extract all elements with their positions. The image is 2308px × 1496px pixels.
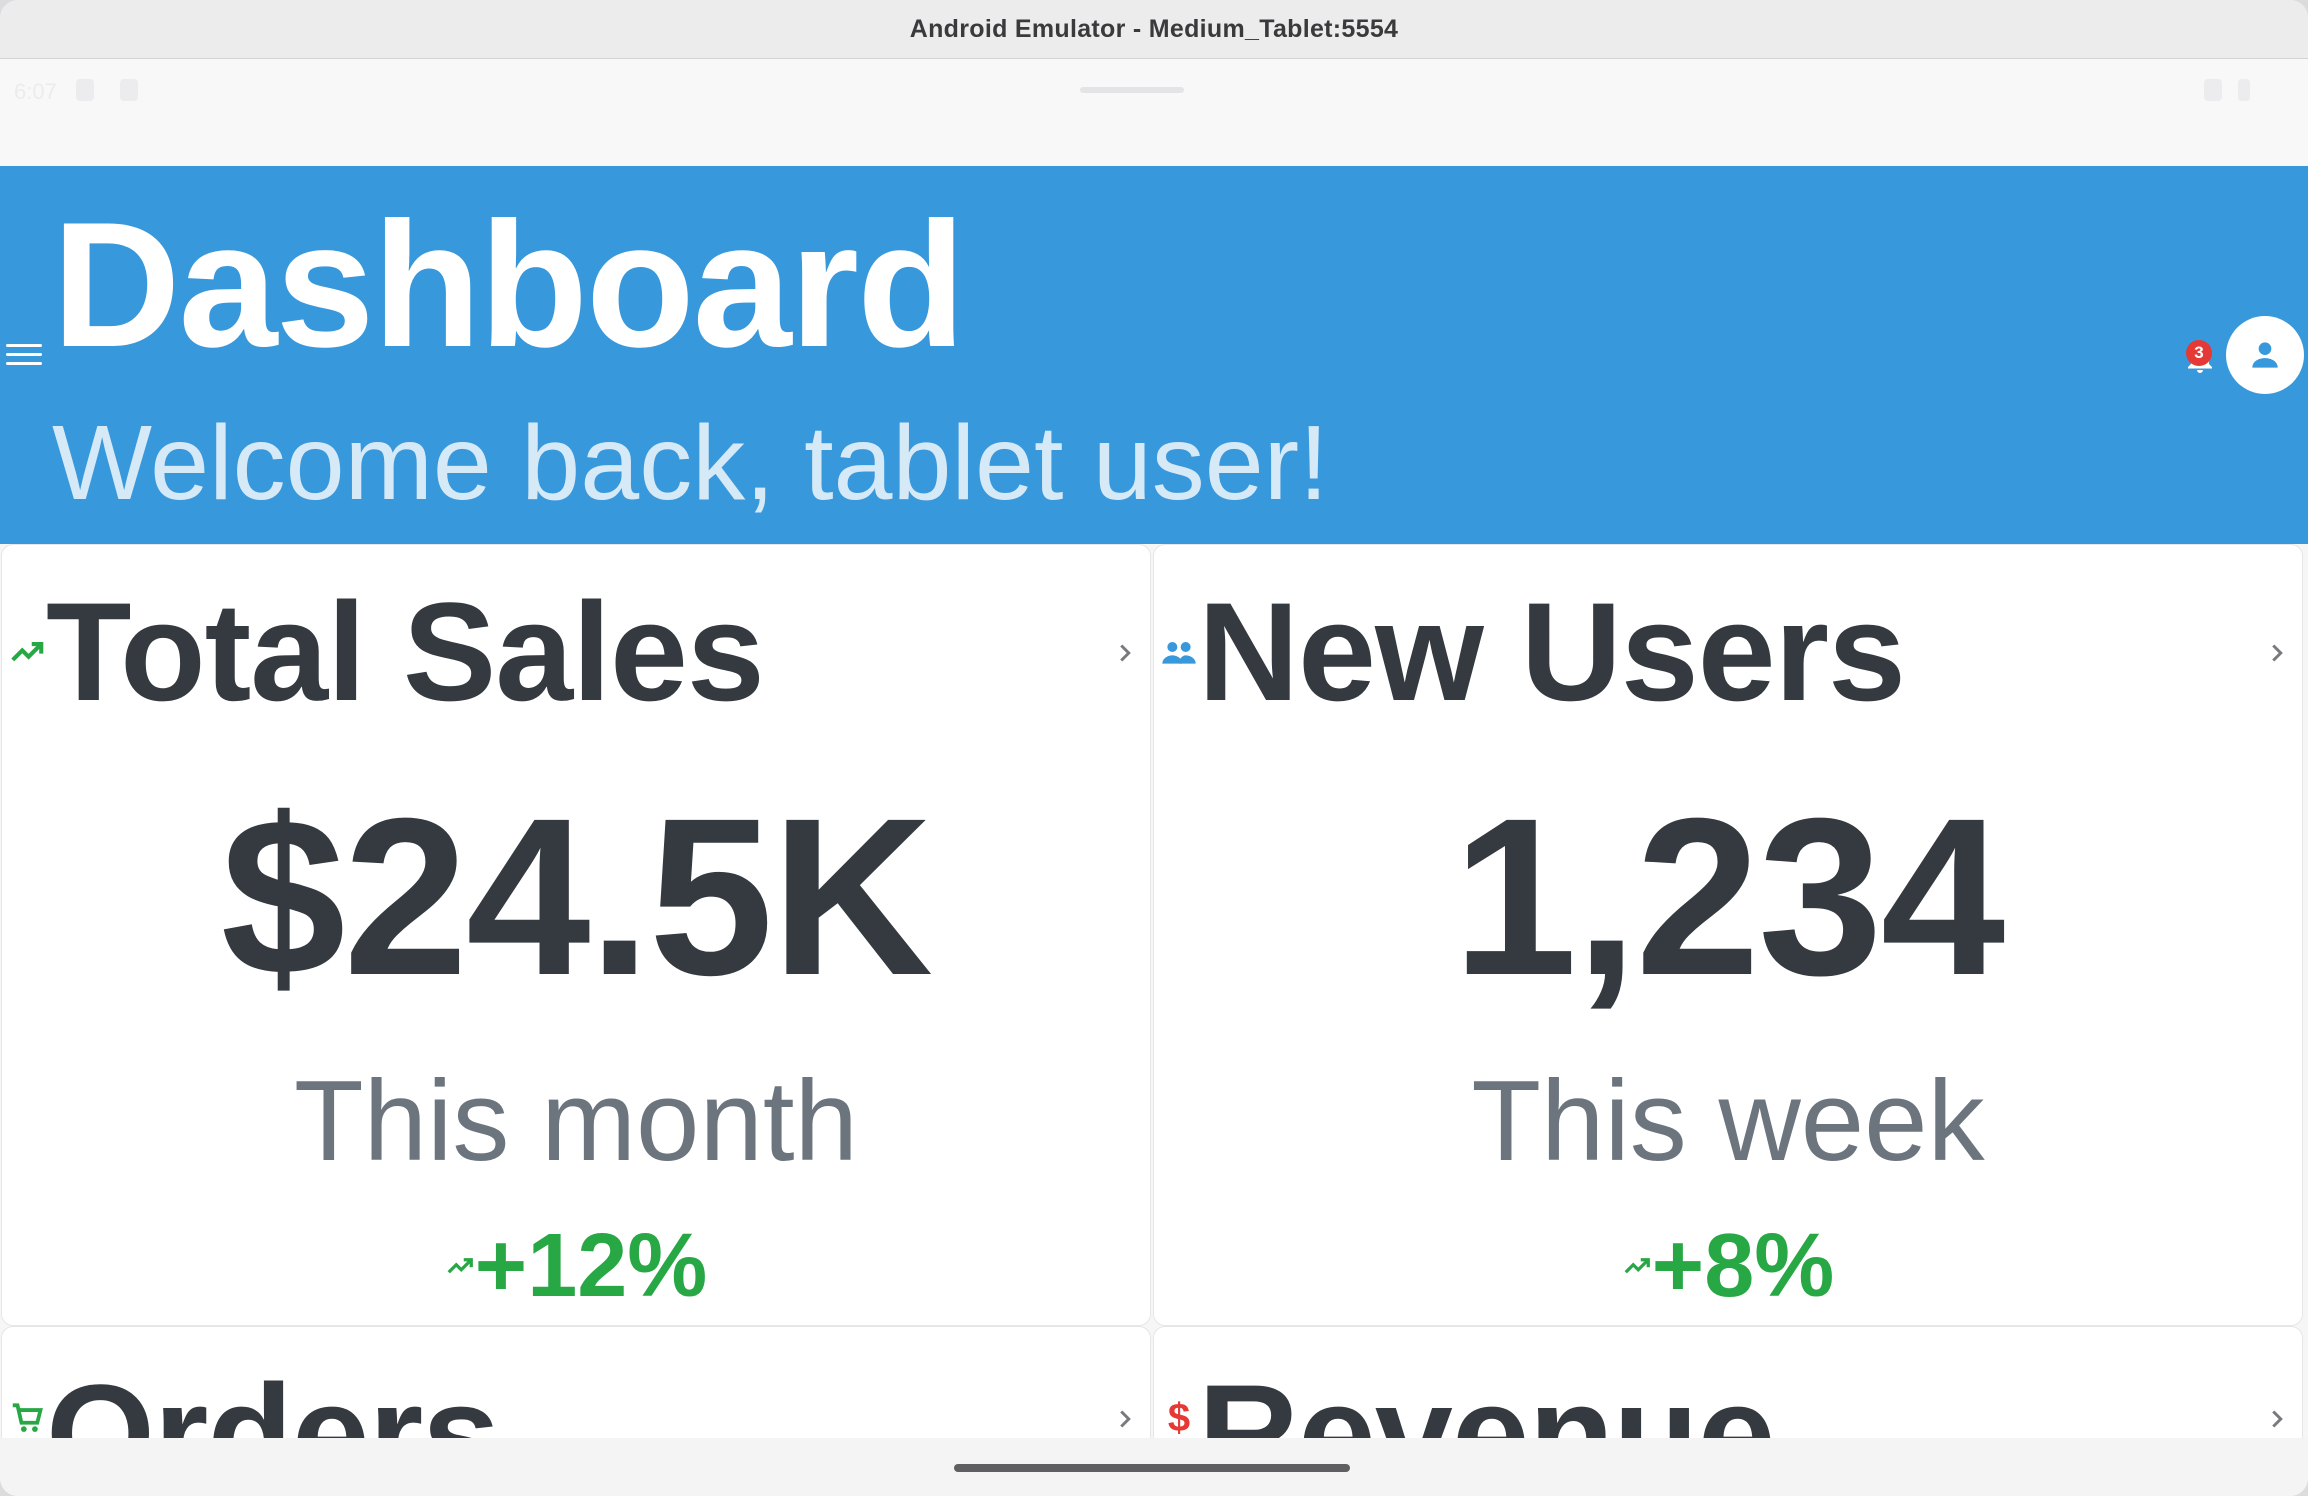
- card-value: $24.5K: [220, 772, 933, 1022]
- chevron-right-icon[interactable]: [1110, 633, 1140, 673]
- card-value: 1,234: [1452, 772, 2006, 1022]
- person-icon: [2252, 342, 2278, 368]
- notification-badge: 3: [2186, 340, 2212, 366]
- trending-up-icon: [447, 1258, 473, 1274]
- home-gesture-handle[interactable]: [954, 1464, 1350, 1472]
- notification-status-icon: [120, 79, 138, 101]
- trending-up-icon: [6, 631, 48, 673]
- welcome-subtitle: Welcome back, tablet user!: [52, 404, 1329, 522]
- trend-value: +8%: [1651, 1216, 1835, 1316]
- card-title: Total Sales: [46, 573, 765, 730]
- status-time: 6:07: [14, 79, 57, 104]
- page-title: Dashboard: [52, 185, 966, 384]
- chevron-right-icon[interactable]: [2262, 633, 2292, 673]
- trend-indicator: +12%: [2, 1221, 1150, 1311]
- top-handle: [1080, 87, 1184, 93]
- trending-up-icon: [1624, 1258, 1650, 1274]
- window-titlebar: Android Emulator - Medium_Tablet:5554: [0, 0, 2308, 59]
- window-title: Android Emulator - Medium_Tablet:5554: [909, 14, 1399, 43]
- android-status-bar: 6:07: [0, 59, 2308, 166]
- shield-status-icon: [76, 79, 94, 101]
- emulator-window: Android Emulator - Medium_Tablet:5554 6:…: [0, 0, 2308, 1496]
- trend-value: +12%: [474, 1216, 708, 1316]
- trend-indicator: +8%: [1154, 1221, 2302, 1311]
- people-icon: [1158, 631, 1200, 673]
- card-title: New Users: [1198, 573, 1906, 730]
- menu-icon[interactable]: [6, 340, 42, 370]
- card-period: This month: [294, 1058, 858, 1185]
- wifi-status-icon: [2204, 79, 2222, 101]
- card-new-users[interactable]: New Users 1,234 This week +8%: [1153, 544, 2303, 1326]
- card-period: This week: [1471, 1058, 1985, 1185]
- dollar-icon: $: [1167, 1395, 1191, 1440]
- card-total-sales[interactable]: Total Sales $24.5K This month +12%: [1, 544, 1151, 1326]
- profile-avatar-button[interactable]: [2226, 316, 2304, 394]
- chevron-right-icon[interactable]: [1110, 1399, 1140, 1439]
- cart-icon: [6, 1397, 48, 1439]
- battery-status-icon: [2238, 79, 2250, 101]
- chevron-right-icon[interactable]: [2262, 1399, 2292, 1439]
